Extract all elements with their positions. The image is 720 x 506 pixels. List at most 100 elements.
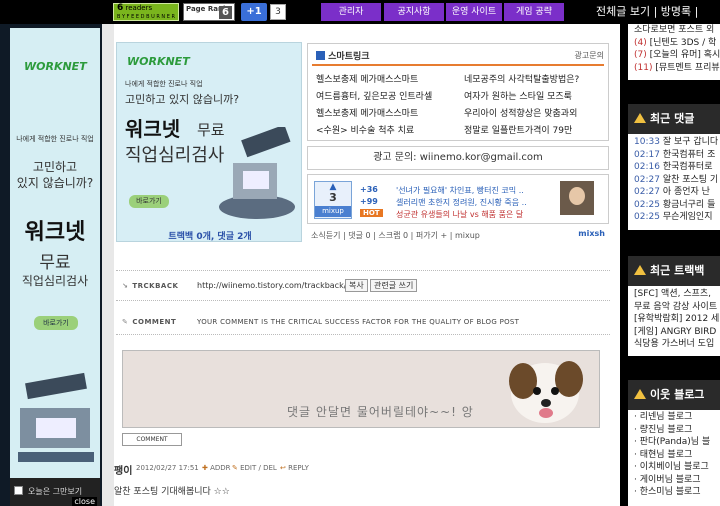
main-ad-line1: 나에게 적합한 진로나 직업 (125, 80, 203, 88)
trackback-item[interactable]: 무료 음악 감상 사이트 (634, 301, 720, 314)
divider (116, 270, 610, 271)
recent-comment-item[interactable]: 02:17 한국컴퓨터 조 (634, 149, 720, 162)
neighbor-item[interactable]: · 한스미님 블로그 (634, 486, 720, 499)
main-ad-button[interactable]: 바로가기 (129, 195, 169, 208)
neighbor-item[interactable]: · 게이버님 블로그 (634, 474, 720, 487)
smartlink-link[interactable]: 여자가 원하는 스타일 모즈룩 (464, 89, 579, 106)
comment-submit-button[interactable]: COMMENT (122, 433, 182, 446)
menu-game-guide[interactable]: 게임 공략 (504, 3, 564, 21)
mixup-list: '선녀가 필요해' 차인표, 빵터진 코믹 .. 셀러리맨 초한지 정려원, 진… (396, 185, 527, 221)
comment-textarea[interactable]: 댓글 안달면 물어버릴테야~~! 앙 (122, 350, 600, 428)
smartlink-right-list: 네모공주의 사각턱탈출방법은? 여자가 원하는 스타일 모즈룩 우리아이 성적향… (464, 72, 579, 140)
worknet-main-ad[interactable]: WORKNET 나에게 적합한 진로나 직업 고민하고 있지 않습니까? 워크넷… (116, 42, 302, 242)
mixup-up1: +36 (360, 185, 378, 194)
trackback-section: ↘ TRCKBACK (122, 282, 178, 290)
content-gutter (102, 24, 114, 506)
left-ad-banner[interactable]: WORKNET 나에게 적합한 진로나 직업 고민하고 있지 않습니까? 워크넷… (10, 28, 100, 498)
mixup-link[interactable]: 성균관 유생들의 나날 vs 해품 품은 달 (396, 209, 527, 221)
write-related-button[interactable]: 관련글 쓰기 (370, 279, 418, 292)
plusone-button[interactable]: +1 (241, 3, 267, 21)
comment-reply[interactable]: ↩ REPLY (280, 464, 309, 472)
feedburner-badge[interactable]: 6 readers B Y F E E D B U R N E R (113, 3, 179, 21)
main-ad-trackback-text[interactable]: 트랙백 0개, 댓글 2개 (117, 229, 303, 242)
post-meta-bar: 소식듣기 | 댓글 0 | 스크랩 0 | 퍼가기 + | mixup mixs… (307, 228, 609, 242)
neighbor-item[interactable]: · 태현님 블로그 (634, 449, 720, 462)
close-button[interactable]: close (72, 497, 97, 506)
smartlink-ad-inquiry[interactable]: 광고문의 (575, 50, 604, 61)
recent-comment-item[interactable]: 02:16 한국컴퓨터로 (634, 161, 720, 174)
recent-comment-item[interactable]: 02:25 무슨게임인지 (634, 211, 720, 224)
left-ad-panel: WORKNET 나에게 적합한 진로나 직업 고민하고 있지 않습니까? 워크넷… (0, 24, 102, 506)
smartlink-link[interactable]: <수원> 비수술 척추 치료 (316, 123, 432, 140)
feedburner-label: readers (125, 4, 153, 12)
main-ad-big1: 워크넷 (125, 117, 181, 141)
trackback-item[interactable]: 식당용 가스버너 도입 (634, 338, 720, 351)
menu-sites[interactable]: 운영 사이트 (446, 3, 502, 21)
plus-icon: + (360, 185, 367, 194)
copy-button[interactable]: 복사 (345, 279, 368, 292)
mixup-vote-button[interactable]: ▲ 3 mixup (314, 181, 352, 219)
right-top-list: 소다로보면 포스트 외 (4) [닌텐도 3DS / 학 (7) [오늘의 유머… (628, 24, 720, 80)
comment-addr[interactable]: ✚ ADDR (202, 464, 231, 472)
menu-notice[interactable]: 공지사항 (384, 3, 444, 21)
neighbors-list: · 리넨님 블로그 · 량진님 블로그 · 판다(Panda)님 블 · 태현님… (628, 410, 720, 506)
ad-inquiry-email[interactable]: 광고 문의: wiinemo.kor@gmail.com (307, 146, 609, 170)
smartlink-link[interactable]: 정말로 일플란트가격이 79만 (464, 123, 579, 140)
left-ad-big3: 직업심리검사 (21, 274, 89, 288)
recent-comment-item[interactable]: 02:27 아 종언자 난 (634, 186, 720, 199)
recent-comment-item[interactable]: 02:25 황금너구리 들 (634, 199, 720, 212)
reply-label: REPLY (288, 464, 309, 472)
top-right-links[interactable]: 전체글 보기 | 방명록 | (596, 2, 698, 22)
right-top-item[interactable]: (4) [닌텐도 3DS / 학 (634, 37, 720, 50)
menu-admin[interactable]: 관리자 (321, 3, 381, 21)
trackback-url[interactable]: http://wiinemo.tistory.com/trackback/113… (197, 281, 367, 290)
trackback-item[interactable]: [SFC] 액션, 스프츠, (634, 288, 720, 301)
smartlink-link[interactable]: 우리아이 성적향상은 맞춤과외 (464, 106, 579, 123)
neighbors-header: 이웃 블로그 (628, 380, 720, 410)
recent-comment-item[interactable]: 10:33 잘 보구 갑니다 (634, 136, 720, 149)
reply-icon: ↩ (280, 464, 286, 472)
trackback-item[interactable]: [게임] ANGRY BIRD (634, 326, 720, 339)
smartlink-title-text: 스마트링크 (328, 52, 370, 62)
addr-icon: ✚ (202, 464, 208, 472)
plusone-count: 3 (270, 4, 286, 20)
comment-placeholder: 댓글 안달면 물어버릴테야~~! 앙 (287, 405, 474, 419)
comment-item: 팽이 2012/02/27 17:51 ✚ ADDR ✎ EDIT / DEL … (114, 460, 610, 506)
right-top-item[interactable]: 소다로보면 포스트 외 (634, 24, 720, 37)
smartlink-link[interactable]: 헬스보충제 메가매스스마트 (316, 72, 432, 89)
comment-section: ✎ COMMENT (122, 318, 176, 326)
mixup-link[interactable]: 셀러리맨 초한지 정려원, 진시황 죽음 .. (396, 197, 527, 209)
left-ad-button[interactable]: 바로가기 (34, 316, 78, 330)
mixup-count: 3 (329, 191, 337, 204)
neighbor-item[interactable]: · 리넨님 블로그 (634, 411, 720, 424)
mixup-link[interactable]: '선녀가 필요해' 차인표, 빵터진 코믹 .. (396, 185, 527, 197)
dont-show-checkbox[interactable] (14, 486, 23, 495)
right-top-item[interactable]: (7) [오늘의 유머] 혹시 (634, 49, 720, 62)
smartlink-link[interactable]: 네모공주의 사각턱탈출방법은? (464, 72, 579, 89)
pagerank-badge[interactable]: Page Rank 6 (183, 3, 235, 21)
post-meta-links[interactable]: 소식듣기 | 댓글 0 | 스크랩 0 | 퍼가기 + | mixup (311, 230, 480, 241)
neighbors-title: 이웃 블로그 (650, 388, 705, 401)
neighbor-item[interactable]: · 이치베이님 블로그 (634, 461, 720, 474)
left-ad-line3: 있지 않습니까? (16, 176, 94, 190)
neighbor-item[interactable]: · 판다(Panda)님 블 (634, 436, 720, 449)
trackback-icon: ↘ (122, 282, 129, 290)
recent-trackbacks-header: 최근 트랙백 (628, 256, 720, 286)
mixup-label: mixup (315, 206, 351, 217)
smartlink-link[interactable]: 여드름흉터, 깊은모공 인트라셀 (316, 89, 432, 106)
smartlink-link[interactable]: 헬스보충제 메가매스스마트 (316, 106, 432, 123)
trackback-item[interactable]: [유학박람회] 2012 세 (634, 313, 720, 326)
left-ad-big2: 무료 (39, 253, 71, 273)
smartlink-left-list: 헬스보충제 메가매스스마트 여드름흉터, 깊은모공 인트라셀 헬스보충제 메가매… (316, 72, 432, 140)
mixup-thumbnail[interactable] (560, 181, 594, 215)
recent-comments-title: 최근 댓글 (650, 112, 695, 125)
triangle-icon (634, 113, 646, 123)
neighbor-item[interactable]: · 량진님 블로그 (634, 424, 720, 437)
triangle-icon (634, 389, 646, 399)
mixup-up1-val: 36 (366, 185, 378, 194)
left-ad-line1: 나에게 적합한 진로나 직업 (16, 135, 94, 143)
right-top-item[interactable]: (11) [뮤트멘트 프리뷰 (634, 62, 720, 75)
recent-comment-item[interactable]: 02:27 알찬 포스팅 기 (634, 174, 720, 187)
comment-edit[interactable]: ✎ EDIT / DEL (232, 464, 277, 472)
mixup-box: ▲ 3 mixup +36 +99 HOT '선녀가 필요해' 차인표, 빵터진… (307, 174, 609, 224)
